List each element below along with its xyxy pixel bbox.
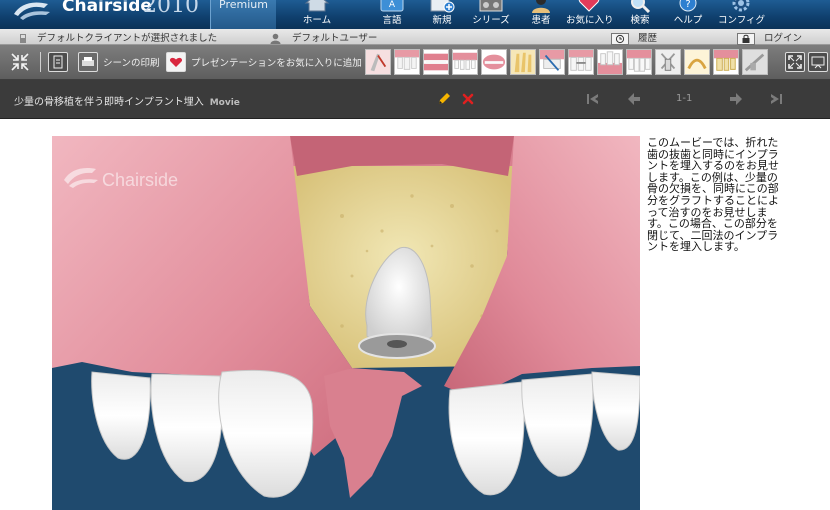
thumbnail-8[interactable] xyxy=(568,49,594,75)
thumbnail-10[interactable] xyxy=(626,49,652,75)
info-button[interactable] xyxy=(48,51,68,72)
user-icon xyxy=(270,33,281,44)
lock-icon xyxy=(737,32,755,45)
app-header: Chairside™ 2010 Premium ホーム A 言語 新規 シリーズ… xyxy=(0,0,830,29)
heart-icon xyxy=(166,51,186,72)
status-bar: デフォルトクライアントが選択されました デフォルトユーザー 履歴 ログイン xyxy=(0,29,830,45)
thumbnail-7[interactable] xyxy=(539,49,565,75)
nav-language[interactable]: A 言語 xyxy=(374,0,410,29)
nav-favorites[interactable]: お気に入り xyxy=(566,0,614,29)
presentation-icon xyxy=(808,51,828,72)
thumbnail-2[interactable] xyxy=(394,49,420,75)
login-button[interactable]: ログイン xyxy=(737,30,802,45)
nav-home[interactable]: ホーム xyxy=(297,0,337,29)
brand-year: 2010 xyxy=(143,0,199,18)
edit-pencil-icon[interactable] xyxy=(436,91,452,107)
svg-text:Chairside: Chairside xyxy=(102,170,178,190)
thumbnail-9[interactable] xyxy=(597,49,623,75)
thumbnail-13[interactable] xyxy=(713,49,739,75)
thumbnail-5[interactable] xyxy=(481,49,507,75)
movie-player[interactable]: Chairside xyxy=(52,136,640,510)
thumbnail-14[interactable] xyxy=(742,49,768,75)
svg-text:?: ? xyxy=(685,0,690,10)
fullscreen-button[interactable] xyxy=(785,51,805,72)
client-status: デフォルトクライアントが選択されました xyxy=(18,30,217,44)
history-button[interactable]: 履歴 xyxy=(611,30,657,45)
thumbnail-11[interactable] xyxy=(655,49,681,75)
info-icon xyxy=(48,51,68,72)
first-page-icon[interactable] xyxy=(585,91,601,107)
thumbnail-6[interactable] xyxy=(510,49,536,75)
nav-patient[interactable]: 患者 xyxy=(524,0,558,29)
expand-icon xyxy=(785,51,805,72)
thumbnail-3[interactable] xyxy=(423,49,449,75)
implant-illustration: Chairside xyxy=(52,136,640,510)
nav-help[interactable]: ? ヘルプ xyxy=(671,0,705,29)
nav-search[interactable]: 検索 xyxy=(623,0,657,29)
thumbnail-12[interactable] xyxy=(684,49,710,75)
user-status: デフォルトユーザー xyxy=(270,30,377,44)
last-page-icon[interactable] xyxy=(768,91,784,107)
fit-view-button[interactable] xyxy=(10,51,30,72)
present-button[interactable] xyxy=(808,51,828,72)
edition-badge: Premium xyxy=(210,0,276,29)
thumbnail-4[interactable] xyxy=(452,49,478,75)
scene-content: Chairside このムービーでは、折れた歯の抜歯と同時にインプラントを埋入す… xyxy=(0,119,830,510)
scene-title: 少量の骨移植を伴う即時インプラント埋入 Movie xyxy=(14,97,240,108)
delete-x-icon[interactable] xyxy=(460,91,476,107)
scene-thumbnails xyxy=(365,49,768,75)
nav-new[interactable]: 新規 xyxy=(424,0,460,29)
add-favorite-button[interactable]: プレゼンテーションをお気に入りに追加 xyxy=(166,51,362,72)
previous-page-icon[interactable] xyxy=(626,91,642,107)
collapse-arrows-icon xyxy=(11,52,29,71)
svg-text:A: A xyxy=(389,0,396,10)
scene-toolbar: シーンの印刷 プレゼンテーションをお気に入りに追加 xyxy=(0,45,830,80)
nav-config[interactable]: コンフィグ xyxy=(718,0,765,29)
print-scene-button[interactable]: シーンの印刷 xyxy=(78,51,160,72)
client-icon xyxy=(20,34,26,43)
page-counter: 1-1 xyxy=(676,93,693,104)
thumbnail-1[interactable] xyxy=(365,49,391,75)
nav-series[interactable]: シリーズ xyxy=(470,0,512,29)
clock-icon xyxy=(611,32,629,45)
next-page-icon[interactable] xyxy=(728,91,744,107)
scene-kind-label: Movie xyxy=(209,98,240,108)
printer-icon xyxy=(78,51,98,72)
toolbar-divider xyxy=(40,52,41,72)
scene-description: このムービーでは、折れた歯の抜歯と同時にインプラントを埋入するのをお見せします。… xyxy=(647,136,779,254)
chairside-logo-icon xyxy=(14,2,50,20)
scene-title-bar: 少量の骨移植を伴う即時インプラント埋入 Movie 1-1 xyxy=(0,80,830,119)
